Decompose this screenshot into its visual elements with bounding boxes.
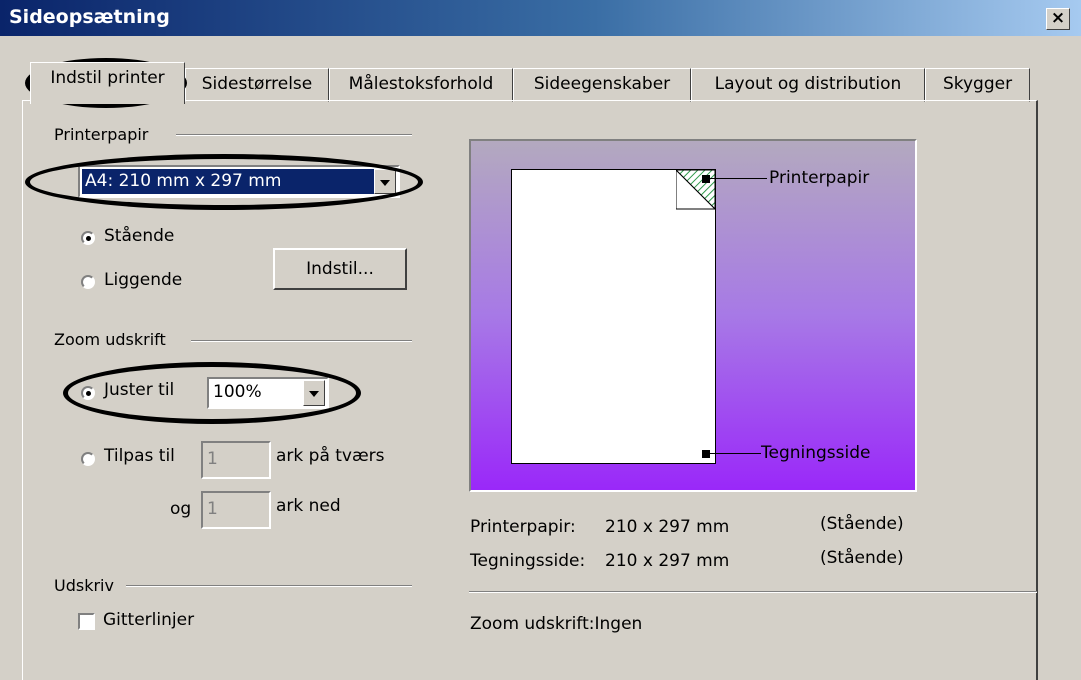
close-button[interactable]: × <box>1046 8 1070 30</box>
info-paper-label: Printerpapir: <box>470 517 576 537</box>
page-preview: Printerpapir Tegningsside <box>469 139 917 492</box>
fit-down-input[interactable]: 1 <box>201 491 271 529</box>
info-drawing-label: Tegningsside: <box>470 551 586 571</box>
landscape-radio[interactable] <box>81 275 95 289</box>
drawing-callout-line <box>709 453 761 454</box>
print-group-label: Udskriv <box>54 576 114 595</box>
info-drawing-orientation: (Stående) <box>820 548 904 568</box>
tab-sidestorrelse[interactable]: Sidestørrelse <box>185 68 329 102</box>
drawing-callout-marker <box>702 450 710 458</box>
fit-across-label: ark på tværs <box>276 446 385 466</box>
setup-button[interactable]: Indstil... <box>273 248 407 290</box>
tab-skygger[interactable]: Skygger <box>925 68 1030 102</box>
print-group-line <box>126 585 412 587</box>
info-zoom-value: Ingen <box>594 614 643 634</box>
portrait-label: Stående <box>104 226 175 246</box>
zoom-group-label: Zoom udskrift <box>54 330 166 349</box>
portrait-radio[interactable] <box>81 231 95 245</box>
info-zoom-label-text: Zoom udskrift: <box>470 614 595 634</box>
landscape-label: Liggende <box>104 270 183 290</box>
printer-paper-group-line <box>176 134 412 136</box>
tab-indstil-printer[interactable]: Indstil printer <box>30 62 185 104</box>
paper-callout-marker <box>702 175 710 183</box>
og-label: og <box>170 499 192 519</box>
fit-radio[interactable] <box>81 452 95 466</box>
tab-malestoksforhold[interactable]: Målestoksforhold <box>329 68 513 102</box>
printer-paper-corner-icon <box>676 170 716 210</box>
paper-callout-label: Printerpapir <box>769 168 870 188</box>
preview-paper <box>511 169 716 464</box>
title-bar: Sideopsætning × <box>0 0 1081 36</box>
paper-size-value: A4: 210 mm x 297 mm <box>81 168 375 195</box>
gridlines-checkbox[interactable] <box>78 613 95 630</box>
printer-paper-group-label: Printerpapir <box>54 125 149 144</box>
chevron-down-icon[interactable] <box>374 169 396 194</box>
fit-down-label: ark ned <box>276 496 341 516</box>
chevron-down-icon[interactable] <box>303 380 325 406</box>
zoom-percent-select[interactable]: 100% <box>207 377 329 409</box>
paper-callout-line <box>709 178 767 179</box>
zoom-percent-value: 100% <box>213 382 262 402</box>
gridlines-label: Gitterlinjer <box>103 610 195 630</box>
info-paper-orientation: (Stående) <box>820 514 904 534</box>
window-title: Sideopsætning <box>9 6 170 28</box>
tab-sideegenskaber[interactable]: Sideegenskaber <box>513 68 691 102</box>
info-separator <box>469 591 1037 593</box>
fit-across-input[interactable]: 1 <box>201 441 271 479</box>
info-zoom-label: Zoom udskrift:Ingen <box>470 614 642 634</box>
paper-size-select[interactable]: A4: 210 mm x 297 mm <box>78 165 400 198</box>
fit-label: Tilpas til <box>104 446 175 466</box>
adjust-radio[interactable] <box>81 386 95 400</box>
drawing-callout-label: Tegningsside <box>761 443 871 463</box>
tab-layout-og-distribution[interactable]: Layout og distribution <box>691 68 925 102</box>
info-drawing-value: 210 x 297 mm <box>605 551 730 571</box>
info-paper-value: 210 x 297 mm <box>605 517 730 537</box>
adjust-label: Juster til <box>104 380 175 400</box>
zoom-group-line <box>191 340 412 342</box>
